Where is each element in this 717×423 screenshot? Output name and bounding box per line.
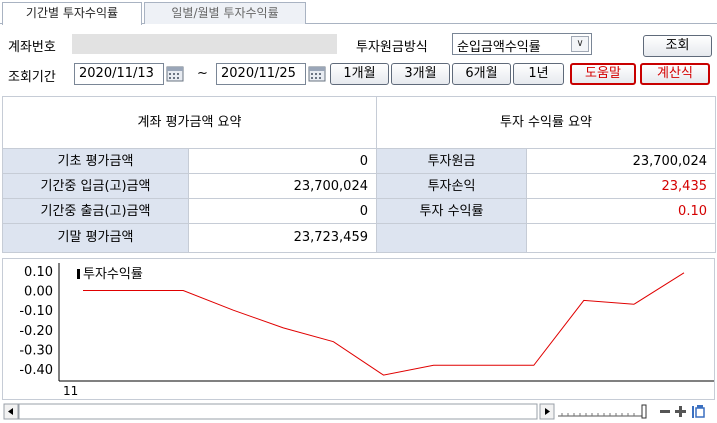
legend-swatch bbox=[77, 269, 80, 279]
row-value: 23,723,459 bbox=[189, 224, 377, 252]
method-select[interactable]: 순입금액수익률 ∨ bbox=[452, 33, 592, 55]
three-month-button[interactable]: 3개월 bbox=[391, 63, 450, 85]
row-label: 기간중 입금(고)금액 bbox=[3, 174, 189, 199]
one-month-button[interactable]: 1개월 bbox=[330, 63, 389, 85]
row-label: 기초 평가금액 bbox=[3, 149, 189, 174]
start-date-input[interactable]: 2020/11/13 bbox=[74, 63, 164, 85]
method-selected-value: 순입금액수익률 bbox=[457, 40, 541, 55]
arrow-left-icon[interactable] bbox=[3, 403, 19, 420]
row-value: 23,435 bbox=[527, 174, 715, 199]
period-label: 조회기간 bbox=[8, 70, 56, 85]
account-label: 계좌번호 bbox=[8, 40, 56, 55]
formula-button[interactable]: 계산식 bbox=[640, 63, 710, 85]
y-tick-label: -0.20 bbox=[19, 324, 53, 339]
tab-period-return[interactable]: 기간별 투자수익률 bbox=[2, 2, 142, 25]
row-label: 기간중 출금(고)금액 bbox=[3, 199, 189, 224]
left-summary-title: 계좌 평가금액 요약 bbox=[3, 97, 377, 149]
y-tick-label: 0.00 bbox=[24, 285, 53, 300]
minus-icon[interactable] bbox=[660, 410, 670, 413]
row-label: 투자손익 bbox=[377, 174, 527, 199]
help-button[interactable]: 도움말 bbox=[570, 63, 636, 85]
row-value: 23,700,024 bbox=[189, 174, 377, 199]
y-tick-label: -0.10 bbox=[19, 304, 53, 319]
row-value: 0 bbox=[189, 149, 377, 174]
chart-scrollbar[interactable] bbox=[2, 401, 715, 421]
method-label: 투자원금방식 bbox=[356, 40, 428, 55]
scroll-track[interactable] bbox=[18, 403, 538, 420]
arrow-right-icon[interactable] bbox=[539, 403, 555, 420]
calendar-icon[interactable] bbox=[164, 63, 186, 85]
row-label bbox=[377, 224, 527, 252]
row-value bbox=[527, 224, 715, 252]
y-tick-label: 0.10 bbox=[24, 265, 53, 280]
return-chart[interactable]: 투자수익률 0.10 0.00 -0.10 -0.20 -0.30 -0.40 11 bbox=[2, 258, 715, 400]
row-value: 0.10 bbox=[527, 199, 715, 224]
row-value: 0 bbox=[189, 199, 377, 224]
legend-bg bbox=[5, 261, 13, 273]
series-line bbox=[83, 272, 685, 376]
tab-bar: 기간별 투자수익률 일별/월별 투자수익률 bbox=[0, 0, 717, 25]
summary-table: 계좌 평가금액 요약 투자 수익률 요약 기초 평가금액 0 투자원금 23,7… bbox=[2, 96, 716, 253]
y-tick-label: -0.40 bbox=[19, 363, 53, 378]
y-tick-label: -0.30 bbox=[19, 344, 53, 359]
account-number-field[interactable] bbox=[72, 34, 337, 54]
row-label: 기말 평가금액 bbox=[3, 224, 189, 252]
row-label: 투자 수익률 bbox=[377, 199, 527, 224]
row-label: 투자원금 bbox=[377, 149, 527, 174]
end-date-input[interactable]: 2020/11/25 bbox=[216, 63, 306, 85]
calendar-icon[interactable] bbox=[306, 63, 328, 85]
legend-label: 투자수익률 bbox=[83, 267, 143, 282]
tab-daily-monthly-return[interactable]: 일별/월별 투자수익률 bbox=[144, 2, 306, 24]
one-year-button[interactable]: 1년 bbox=[513, 63, 564, 85]
return-chart-plot: 투자수익률 0.10 0.00 -0.10 -0.20 -0.30 -0.40 11 bbox=[5, 261, 714, 398]
chevron-down-icon[interactable]: ∨ bbox=[571, 36, 589, 52]
six-month-button[interactable]: 6개월 bbox=[452, 63, 511, 85]
period-separator: ~ bbox=[197, 66, 208, 81]
search-button[interactable]: 조회 bbox=[643, 35, 712, 57]
row-value: 23,700,024 bbox=[527, 149, 715, 174]
x-tick-label: 11 bbox=[63, 384, 78, 398]
right-summary-title: 투자 수익률 요약 bbox=[377, 97, 715, 149]
